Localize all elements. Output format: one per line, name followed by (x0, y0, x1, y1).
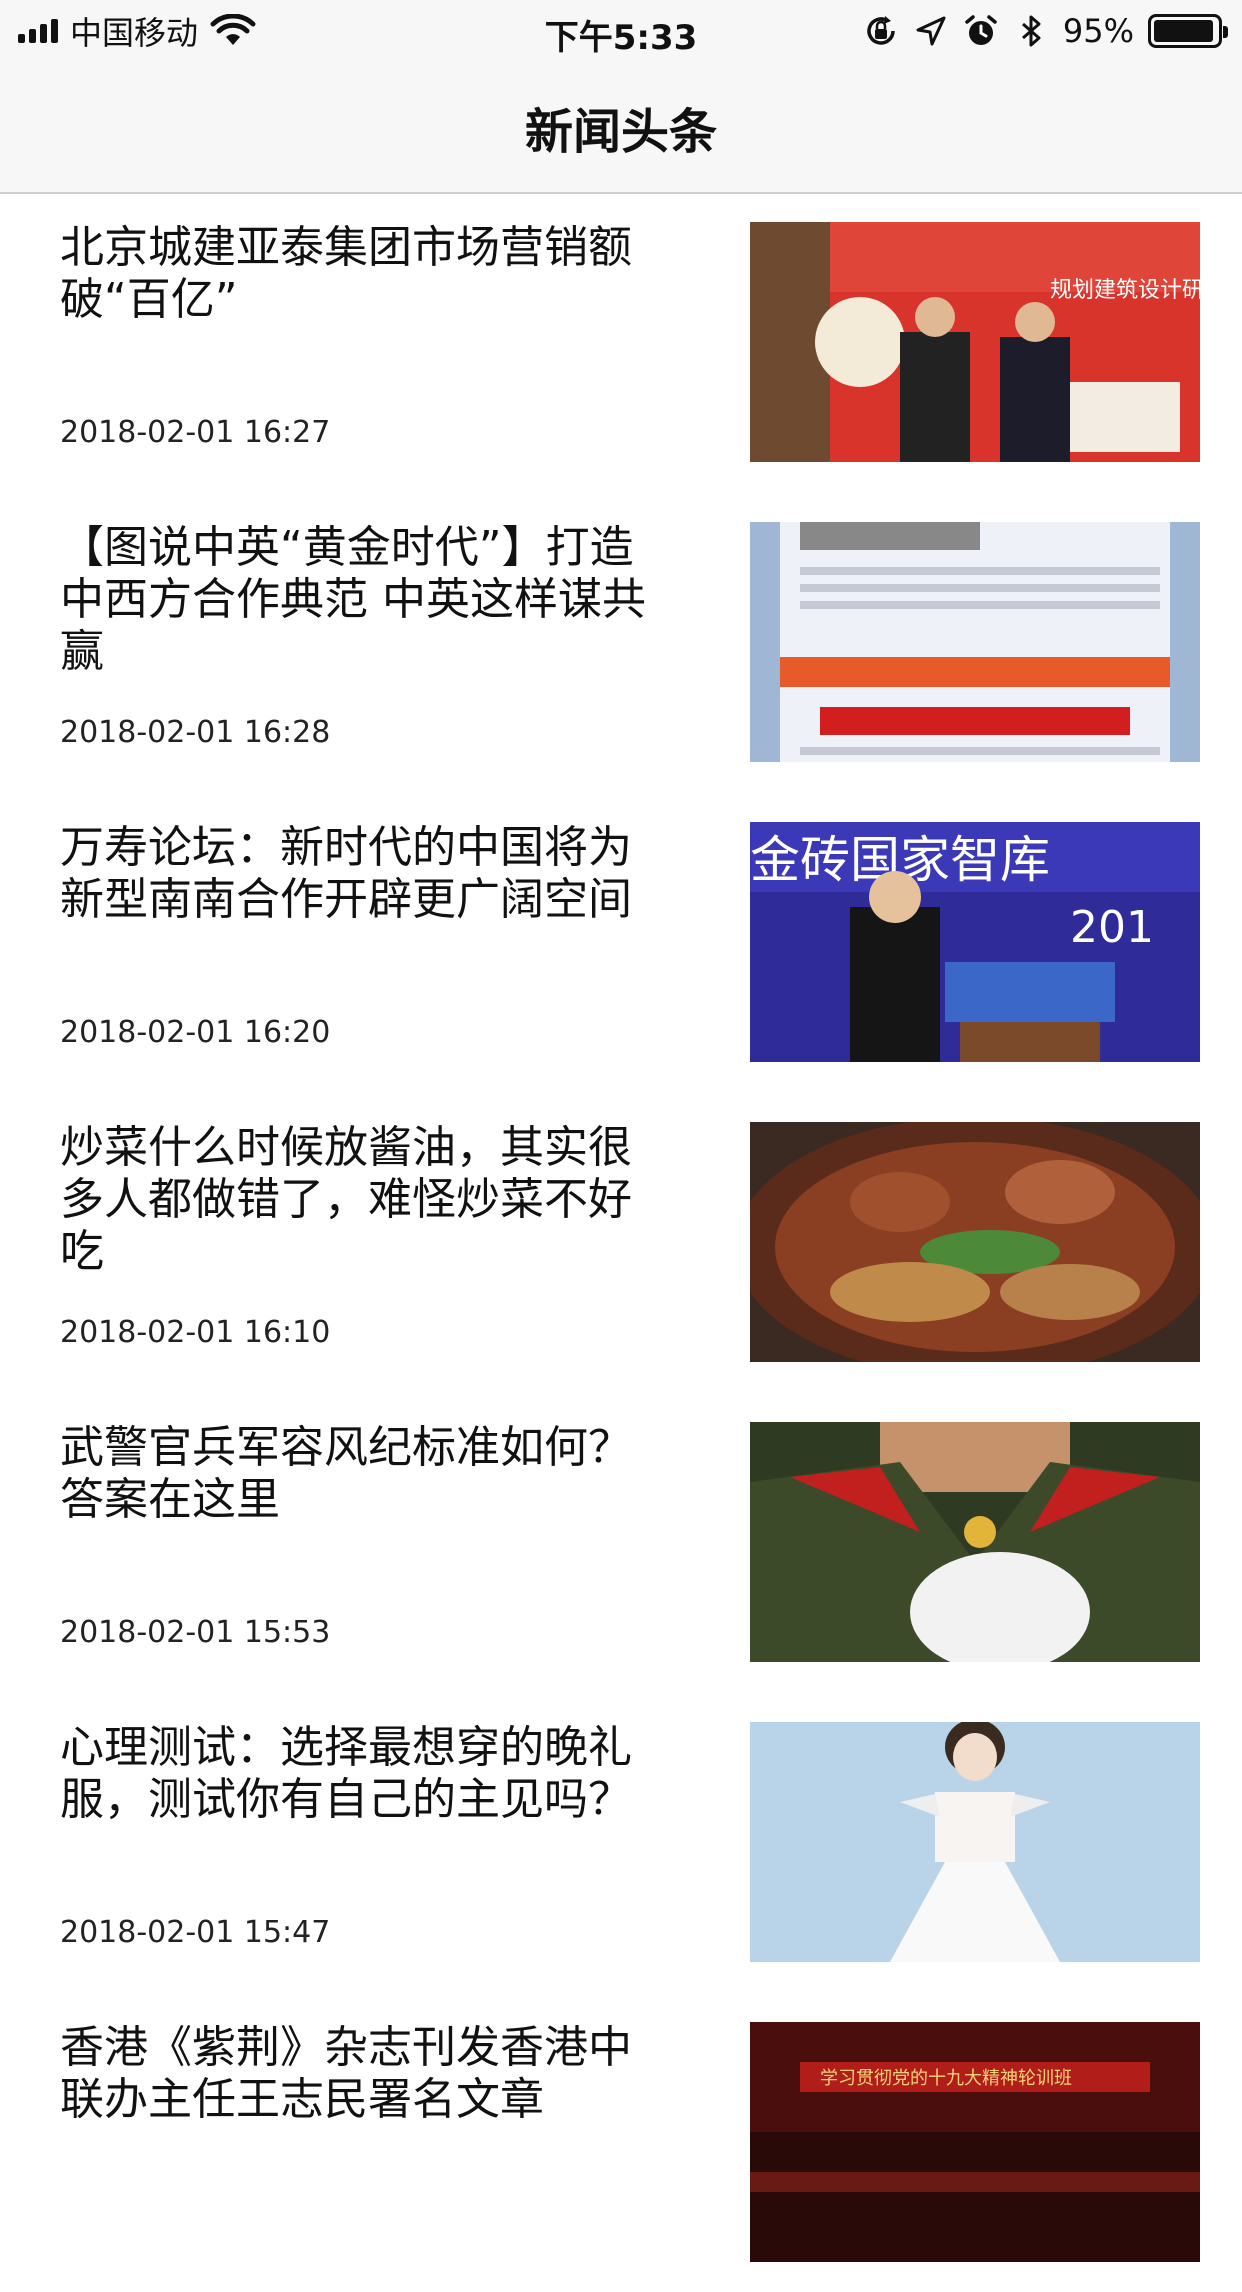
news-title[interactable]: 香港《紫荆》杂志刊发香港中联办主任王志民署名文章 (60, 2022, 670, 2126)
svg-text:学习贯彻党的十九大精神轮训班: 学习贯彻党的十九大精神轮训班 (820, 2068, 1072, 2089)
news-item[interactable]: 万寿论坛：新时代的中国将为新型南南合作开辟更广阔空间 2018-02-01 16… (0, 792, 1242, 1092)
alarm-icon (965, 15, 997, 45)
news-title[interactable]: 万寿论坛：新时代的中国将为新型南南合作开辟更广阔空间 (60, 822, 670, 926)
news-time: 2018-02-01 16:10 (60, 1315, 331, 1350)
news-time: 2018-02-01 16:28 (60, 715, 331, 750)
news-thumbnail[interactable] (750, 1422, 1200, 1662)
battery-percentage: 95% (1062, 12, 1134, 50)
news-thumbnail[interactable] (750, 522, 1200, 762)
battery-icon (1148, 14, 1228, 48)
news-item[interactable]: 北京城建亚泰集团市场营销额破“百亿” 2018-02-01 16:27 规划建筑… (0, 192, 1242, 492)
news-time: 2018-02-01 15:53 (60, 1615, 331, 1650)
status-right: 95% (863, 10, 1228, 52)
news-title[interactable]: 心理测试：选择最想穿的晚礼服，测试你有自己的主见吗？ (60, 1722, 670, 1826)
news-time: 2018-02-01 16:27 (60, 415, 331, 450)
location-arrow-icon (916, 16, 946, 46)
orientation-lock-icon (867, 16, 895, 45)
svg-text:201: 201 (1070, 902, 1154, 953)
news-time: 2018-02-01 16:20 (60, 1015, 331, 1050)
bluetooth-icon (1021, 15, 1041, 47)
news-thumbnail[interactable]: 学习贯彻党的十九大精神轮训班 (750, 2022, 1200, 2262)
navigation-bar: 新闻头条 (0, 62, 1242, 194)
news-title[interactable]: 炒菜什么时候放酱油，其实很多人都做错了，难怪炒菜不好吃 (60, 1122, 670, 1278)
news-title[interactable]: 【图说中英“黄金时代”】打造中西方合作典范 中英这样谋共赢 (60, 522, 670, 678)
news-title[interactable]: 北京城建亚泰集团市场营销额破“百亿” (60, 222, 670, 326)
news-time: 2018-02-01 15:47 (60, 1915, 331, 1950)
news-list[interactable]: 北京城建亚泰集团市场营销额破“百亿” 2018-02-01 16:27 规划建筑… (0, 192, 1242, 2292)
status-bar: 中国移动 下午5:33 95% (0, 0, 1242, 62)
news-item[interactable]: 【图说中英“黄金时代”】打造中西方合作典范 中英这样谋共赢 2018-02-01… (0, 492, 1242, 792)
news-item[interactable]: 武警官兵军容风纪标准如何？答案在这里 2018-02-01 15:53 (0, 1392, 1242, 1692)
news-item[interactable]: 心理测试：选择最想穿的晚礼服，测试你有自己的主见吗？ 2018-02-01 15… (0, 1692, 1242, 1992)
news-thumbnail[interactable] (750, 1722, 1200, 1962)
news-thumbnail[interactable]: 金砖国家智库 201 (750, 822, 1200, 1062)
svg-text:规划建筑设计研: 规划建筑设计研 (1050, 278, 1200, 303)
news-item[interactable]: 香港《紫荆》杂志刊发香港中联办主任王志民署名文章 学习贯彻党的十九大精神轮训班 (0, 1992, 1242, 2292)
news-thumbnail[interactable]: 规划建筑设计研 (750, 222, 1200, 462)
news-item[interactable]: 炒菜什么时候放酱油，其实很多人都做错了，难怪炒菜不好吃 2018-02-01 1… (0, 1092, 1242, 1392)
page-title: 新闻头条 (524, 104, 717, 160)
news-title[interactable]: 武警官兵军容风纪标准如何？答案在这里 (60, 1422, 670, 1526)
news-thumbnail[interactable] (750, 1122, 1200, 1362)
